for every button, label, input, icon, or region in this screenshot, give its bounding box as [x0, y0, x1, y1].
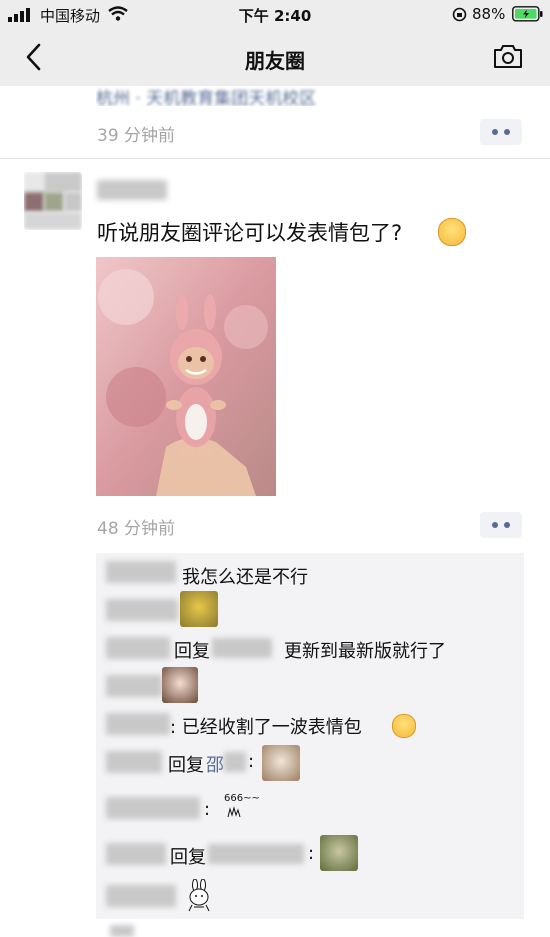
prev-post-location[interactable]: 杭州 · 天机教育集团天机校区	[96, 86, 436, 106]
reply-target-blurred[interactable]	[224, 752, 246, 772]
sticker-image[interactable]	[162, 667, 198, 703]
battery-icon	[512, 6, 543, 22]
reply-label: 回复	[174, 641, 210, 662]
comment-item[interactable]: : 666~~	[96, 791, 524, 831]
sticker-image[interactable]	[320, 835, 358, 871]
commenter-name-blurred[interactable]	[106, 885, 176, 907]
orientation-lock-icon	[452, 7, 467, 22]
status-bar: 中国移动 下午 2:40 88%	[0, 0, 550, 28]
comment-item[interactable]	[96, 667, 524, 707]
comment-text: 更新到最新版就行了	[284, 641, 446, 662]
next-item-blurred	[110, 925, 134, 937]
commenter-name-blurred[interactable]	[106, 713, 170, 735]
status-time: 下午 2:40	[238, 7, 312, 25]
commenter-name-blurred[interactable]	[106, 561, 176, 583]
post-photo[interactable]	[96, 257, 276, 496]
reply-target[interactable]: 邵	[206, 751, 224, 777]
commenter-name-blurred[interactable]	[106, 675, 162, 697]
username-blurred[interactable]	[97, 180, 167, 200]
comment-item[interactable]: 回复 邵 :	[96, 743, 524, 783]
prev-post-more-button[interactable]	[480, 119, 522, 145]
sticker-image[interactable]	[180, 591, 218, 627]
comment-item[interactable]: 回复 :	[96, 835, 524, 875]
comment-item[interactable]: : 已经收割了一波表情包	[96, 705, 524, 745]
commenter-name-blurred[interactable]	[106, 843, 166, 865]
sticker-666-text: 666~~	[224, 793, 260, 804]
smirk-emoji-icon	[438, 218, 466, 246]
comment-item[interactable]	[96, 877, 524, 917]
divider	[0, 158, 550, 159]
post-more-button[interactable]	[480, 512, 522, 538]
reply-target-blurred[interactable]	[212, 638, 272, 658]
page-title: 朋友圈	[245, 49, 305, 73]
comment-item[interactable]: 我怎么还是不行	[96, 555, 524, 595]
commenter-name-blurred[interactable]	[106, 599, 178, 621]
bunny-sticker-icon[interactable]	[184, 879, 214, 913]
battery-percent: 88%	[472, 5, 506, 23]
comment-item[interactable]: 回复 更新到最新版就行了	[96, 629, 524, 669]
hand-sticker-icon[interactable]	[226, 805, 244, 819]
smirk-emoji-icon	[392, 714, 416, 738]
comment-colon: :	[248, 751, 255, 772]
comment-text: : 已经收割了一波表情包	[170, 717, 362, 738]
nav-bar: 朋友圈	[0, 28, 550, 86]
comment-section: 我怎么还是不行 回复 更新到最新版就行了 : 已经收割了一波表情包 回复 邵 :…	[96, 553, 524, 919]
reply-label: 回复	[168, 755, 204, 776]
reply-target-blurred[interactable]	[208, 844, 304, 864]
post-time: 48 分钟前	[97, 519, 176, 539]
commenter-name-blurred[interactable]	[106, 751, 162, 773]
commenter-name-blurred[interactable]	[106, 797, 200, 819]
commenter-name-blurred[interactable]	[106, 637, 170, 659]
prev-post-time: 39 分钟前	[97, 126, 176, 146]
avatar[interactable]	[24, 172, 82, 230]
comment-colon: :	[308, 843, 315, 864]
comment-colon: :	[204, 799, 211, 820]
comment-text: 我怎么还是不行	[182, 567, 308, 588]
reply-label: 回复	[170, 847, 206, 868]
location-link[interactable]: 杭州 · 天机教育集团天机校区	[96, 86, 316, 106]
post-text: 听说朋友圈评论可以发表情包了?	[97, 221, 403, 245]
comment-item[interactable]	[96, 591, 524, 631]
sticker-image[interactable]	[262, 745, 300, 781]
camera-icon[interactable]	[493, 43, 523, 69]
